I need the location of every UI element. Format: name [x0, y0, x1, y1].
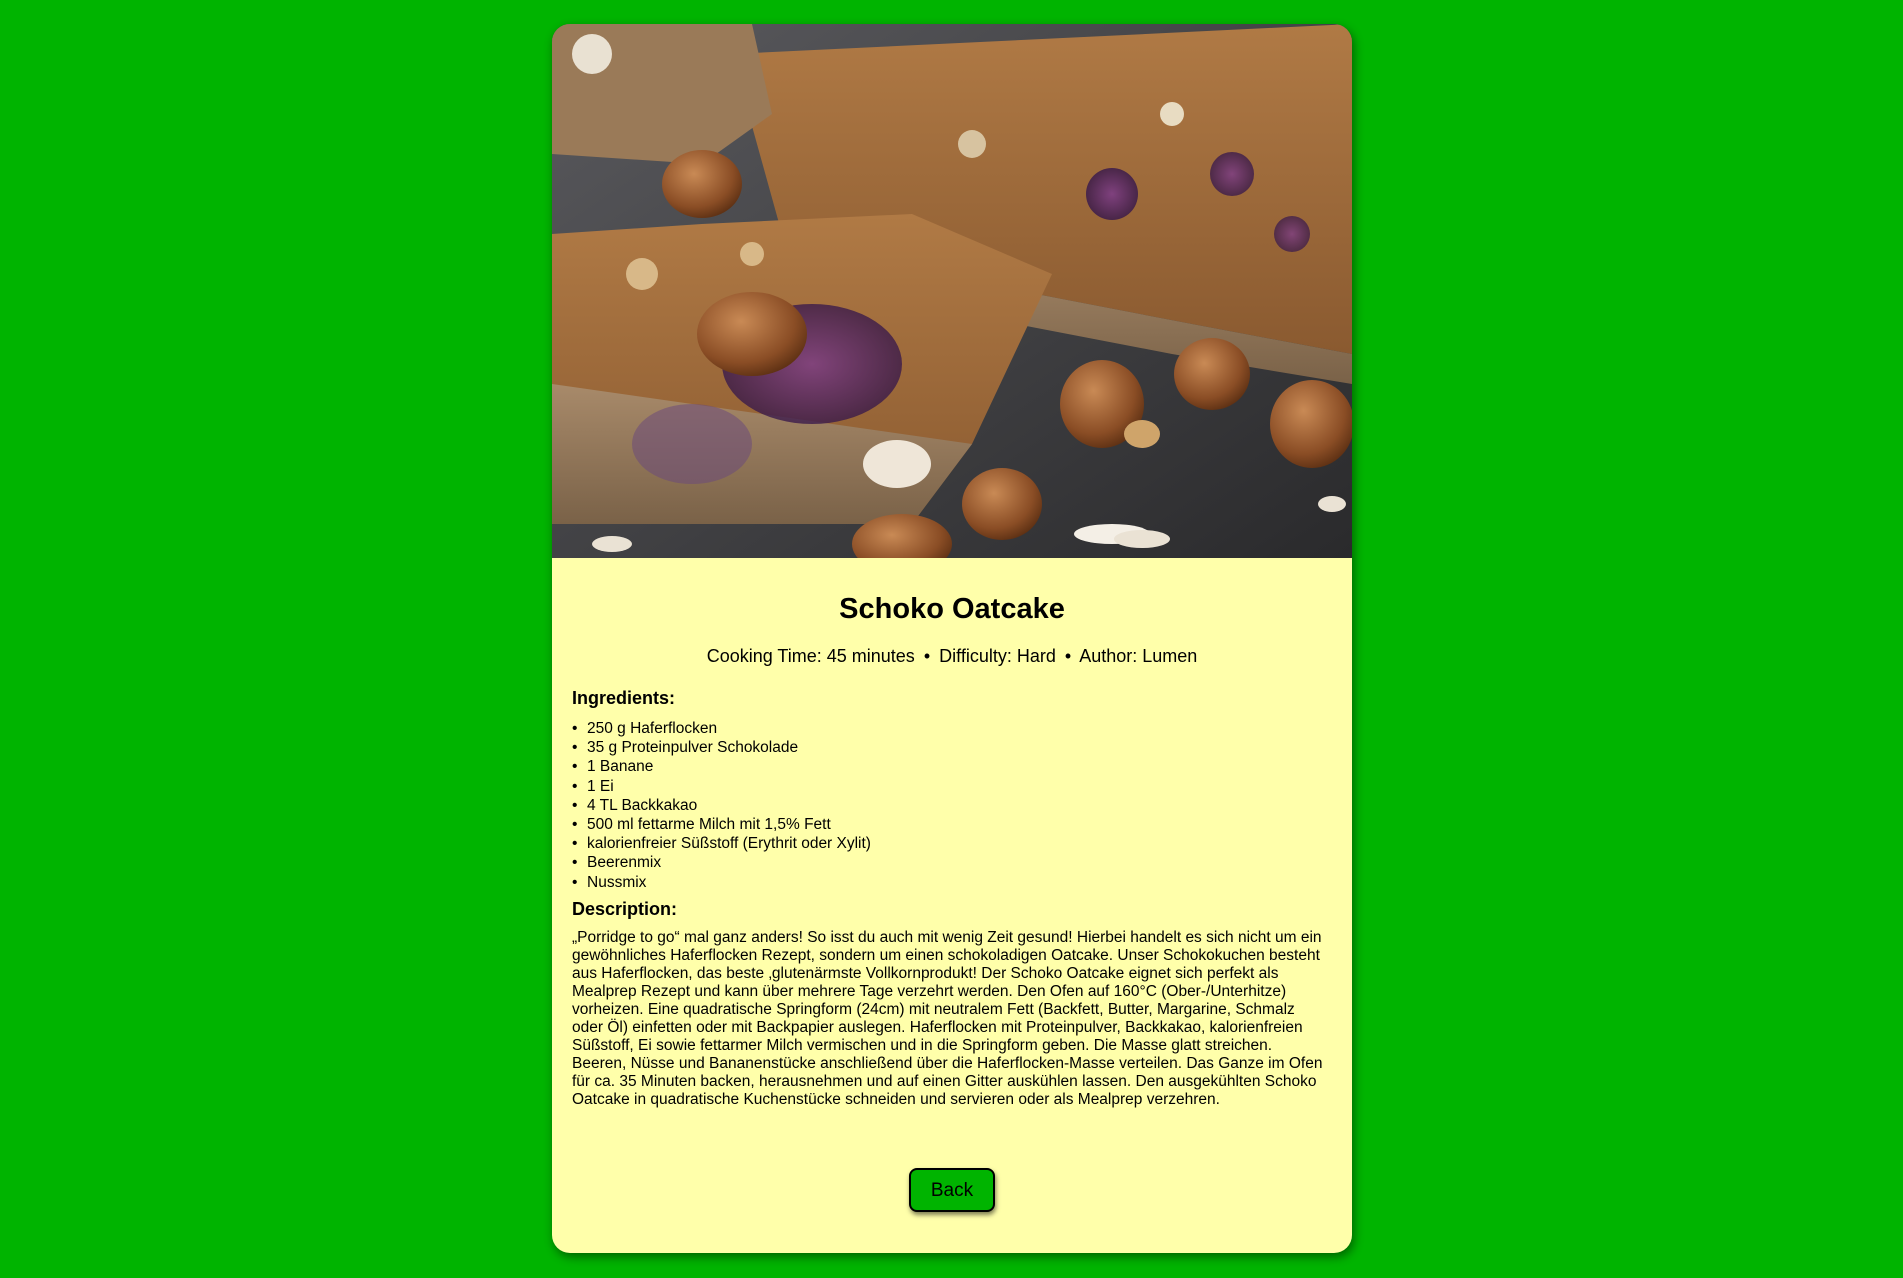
- bullet-icon: •: [572, 777, 578, 795]
- actions-bar: Back: [552, 1168, 1352, 1212]
- ingredients-list: • 250 g Haferflocken • 35 g Proteinpulver …: [572, 719, 1332, 892]
- difficulty: Difficulty: Hard: [939, 646, 1056, 666]
- meta-separator: •: [923, 646, 931, 666]
- oatcake-photo: [552, 24, 1352, 558]
- ingredient-item: • 250 g Haferflocken: [572, 720, 718, 737]
- bullet-icon: •: [572, 854, 578, 872]
- back-button[interactable]: Back: [909, 1168, 995, 1212]
- ingredient-item: • Nussmix: [572, 873, 647, 891]
- recipe-description: „Porridge to go“ mal ganz anders! So iss…: [572, 928, 1323, 1108]
- ingredient-item: • Beerenmix: [572, 854, 662, 872]
- ingredient-item: • 4 TL Backkakao: [572, 796, 698, 814]
- ingredient-item: • 1 Ei: [572, 777, 614, 795]
- recipe-card: Schoko Oatcake Cooking Time: 45 minutes …: [552, 24, 1352, 1253]
- ingredients-heading: Ingredients:: [572, 688, 676, 708]
- ingredient-item: • kalorienfreier Süßstoff (Erythrit oder …: [572, 835, 871, 853]
- ingredient-item: • 1 Banane: [572, 758, 654, 776]
- bullet-icon: •: [572, 720, 578, 737]
- ingredient-item: • 35 g Proteinpulver Schokolade: [572, 739, 799, 757]
- recipe-title: Schoko Oatcake: [839, 593, 1065, 625]
- cooking-time: Cooking Time: 45 minutes: [706, 646, 915, 666]
- meta-separator: •: [1064, 646, 1072, 666]
- bullet-icon: •: [572, 873, 578, 891]
- ingredient-item: • 500 ml fettarme Milch mit 1,5% Fett: [572, 816, 831, 834]
- bullet-icon: •: [572, 816, 578, 834]
- bullet-icon: •: [572, 796, 578, 814]
- bullet-icon: •: [572, 758, 578, 776]
- description-heading: Description:: [572, 898, 678, 919]
- author: Author: Lumen: [1079, 646, 1198, 666]
- recipe-meta: Cooking Time: 45 minutes • Difficulty: H…: [572, 645, 1332, 667]
- bullet-icon: •: [572, 739, 578, 757]
- recipe-photo: [552, 24, 1352, 558]
- bullet-icon: •: [572, 835, 578, 853]
